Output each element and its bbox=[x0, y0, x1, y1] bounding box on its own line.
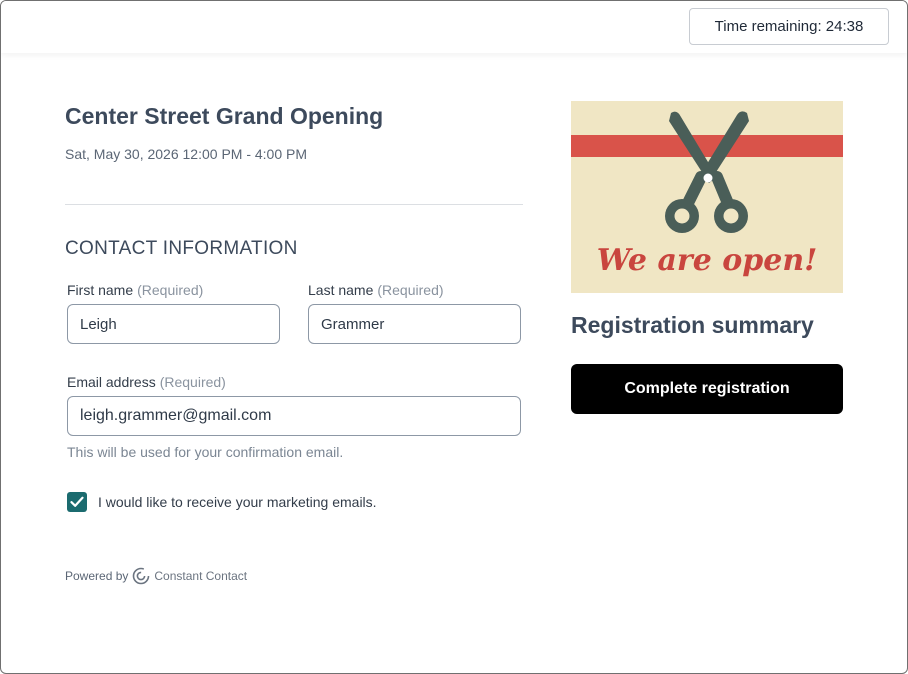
first-name-required: (Required) bbox=[137, 282, 204, 298]
first-name-label: First name (Required) bbox=[67, 282, 203, 298]
last-name-label-text: Last name bbox=[308, 282, 374, 298]
registration-window: Time remaining: 24:38 Center Street Gran… bbox=[0, 0, 908, 674]
email-label-text: Email address bbox=[67, 374, 156, 390]
event-banner-image: We are open! bbox=[571, 101, 843, 293]
last-name-input[interactable] bbox=[308, 304, 521, 344]
divider bbox=[65, 204, 523, 205]
marketing-checkbox[interactable] bbox=[67, 492, 87, 512]
complete-registration-button[interactable]: Complete registration bbox=[571, 364, 843, 414]
banner-text: We are open! bbox=[596, 243, 818, 278]
contact-section-title: CONTACT INFORMATION bbox=[65, 238, 298, 259]
first-name-label-text: First name bbox=[67, 282, 134, 298]
event-date: Sat, May 30, 2026 12:00 PM - 4:00 PM bbox=[65, 146, 308, 162]
brand-name: Constant Contact bbox=[154, 569, 248, 583]
time-remaining-badge: Time remaining: 24:38 bbox=[689, 8, 889, 45]
event-title: Center Street Grand Opening bbox=[65, 103, 384, 129]
first-name-input[interactable] bbox=[67, 304, 280, 344]
email-input[interactable] bbox=[67, 396, 521, 436]
marketing-checkbox-label[interactable]: I would like to receive your marketing e… bbox=[98, 494, 377, 510]
registration-summary-title: Registration summary bbox=[571, 312, 814, 338]
constant-contact-logo-icon bbox=[133, 567, 150, 585]
last-name-label: Last name (Required) bbox=[308, 282, 444, 298]
email-hint: This will be used for your confirmation … bbox=[67, 444, 344, 460]
email-label: Email address (Required) bbox=[67, 374, 226, 390]
email-required: (Required) bbox=[159, 374, 226, 390]
last-name-required: (Required) bbox=[377, 282, 444, 298]
powered-by: Powered by Constant Contact bbox=[65, 567, 247, 585]
checkmark-icon bbox=[70, 496, 84, 507]
top-bar: Time remaining: 24:38 bbox=[1, 1, 907, 53]
powered-by-text: Powered by bbox=[65, 569, 129, 583]
